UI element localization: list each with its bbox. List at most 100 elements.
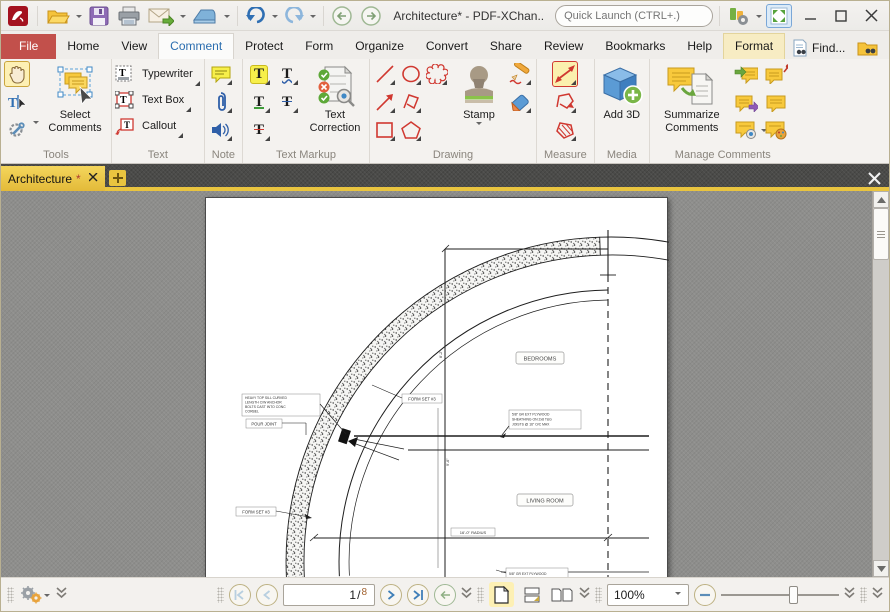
select-comments-button[interactable]: Select Comments — [42, 61, 108, 134]
tab-help[interactable]: Help — [676, 34, 723, 59]
stamp-button[interactable]: Stamp — [453, 61, 505, 128]
search-folder-button[interactable] — [851, 37, 885, 59]
tab-close-icon[interactable] — [88, 172, 98, 185]
export-comments-button[interactable] — [733, 89, 759, 115]
expand-toolbar-chevron[interactable] — [56, 587, 67, 602]
right-chevron[interactable] — [872, 587, 883, 602]
tab-comment[interactable]: Comment — [158, 33, 235, 59]
tab-organize[interactable]: Organize — [344, 34, 415, 59]
sticky-note-button[interactable] — [208, 61, 234, 87]
status-options-dropdown[interactable] — [44, 593, 50, 600]
callout-button[interactable]: T Callout — [115, 113, 184, 139]
tab-share[interactable]: Share — [479, 34, 533, 59]
sound-button[interactable] — [208, 117, 234, 143]
comment-styles-button[interactable] — [763, 117, 789, 143]
typewriter-button[interactable]: T Typewriter — [115, 61, 201, 87]
zoom-slider-thumb[interactable] — [789, 585, 799, 604]
pdf-page[interactable]: BEDROOMS LIVING ROOM FORM SET #3 FORM SE… — [205, 197, 670, 577]
tab-review[interactable]: Review — [533, 34, 594, 59]
open-file-button[interactable] — [44, 4, 72, 28]
tab-view[interactable]: View — [110, 34, 158, 59]
first-page-button[interactable] — [229, 583, 251, 606]
continuous-view-button[interactable] — [519, 582, 544, 607]
undo-button[interactable] — [244, 4, 268, 28]
minimize-button[interactable] — [798, 4, 825, 28]
strikeout-text-button[interactable]: T — [246, 117, 272, 143]
open-file-dropdown[interactable] — [75, 14, 82, 21]
previous-page-button[interactable] — [256, 583, 278, 606]
toolbar-drag-handle[interactable] — [7, 586, 14, 603]
import-comments-button[interactable] — [733, 61, 759, 87]
ui-options-button[interactable] — [726, 4, 752, 28]
comment-notes-button[interactable] — [763, 89, 789, 115]
squiggly-underline-button[interactable]: T — [274, 61, 300, 87]
hand-tool-button[interactable] — [4, 61, 30, 87]
zoom-chevron[interactable] — [844, 587, 855, 602]
distance-tool-button[interactable] — [552, 61, 579, 87]
perimeter-tool-button[interactable] — [552, 89, 578, 115]
tab-bookmarks[interactable]: Bookmarks — [594, 34, 676, 59]
eraser-tool-button[interactable] — [507, 89, 533, 115]
print-button[interactable] — [115, 4, 143, 28]
zoom-drag-handle[interactable] — [595, 586, 602, 603]
summarize-comments-button[interactable]: Summarize Comments — [653, 61, 731, 134]
email-dropdown[interactable] — [179, 14, 186, 21]
find-button[interactable]: Find... — [785, 37, 851, 59]
tool-settings-button[interactable] — [4, 117, 30, 143]
quick-launch-box[interactable] — [555, 4, 714, 27]
status-options-button[interactable] — [19, 585, 51, 605]
text-correction-button[interactable]: Text Correction — [304, 61, 366, 134]
layout-drag-handle[interactable] — [477, 586, 484, 603]
layout-chevron[interactable] — [579, 587, 590, 602]
view-history-back-button[interactable] — [434, 583, 456, 606]
document-tab-architecture[interactable]: Architecture * — [1, 166, 105, 191]
tab-protect[interactable]: Protect — [234, 34, 294, 59]
page-number-box[interactable]: 1/8 — [283, 583, 375, 606]
history-forward-button[interactable] — [358, 4, 384, 28]
tool-settings-dropdown[interactable] — [33, 121, 39, 127]
rectangle-tool-button[interactable] — [373, 117, 397, 143]
single-page-view-button[interactable] — [489, 582, 514, 607]
scroll-down-button[interactable] — [873, 560, 889, 577]
polygon-tool-button[interactable] — [399, 117, 423, 143]
email-button[interactable] — [146, 4, 176, 28]
history-back-button[interactable] — [329, 4, 355, 28]
collapse-ribbon-chevron[interactable] — [885, 45, 890, 59]
area-tool-button[interactable] — [552, 117, 578, 143]
redo-dropdown[interactable] — [309, 14, 316, 21]
underline-text-button[interactable]: T — [246, 89, 272, 115]
right-drag-handle[interactable] — [860, 586, 867, 603]
strikeout-squiggly-button[interactable]: T — [274, 89, 300, 115]
highlight-text-button[interactable]: T — [246, 61, 272, 87]
fullscreen-button[interactable] — [765, 3, 792, 28]
tab-convert[interactable]: Convert — [415, 34, 479, 59]
pin-comment-button[interactable] — [763, 61, 789, 87]
line-tool-button[interactable] — [373, 61, 397, 87]
scrollbar-thumb[interactable] — [873, 208, 889, 260]
tab-home[interactable]: Home — [56, 34, 110, 59]
zoom-level-select[interactable]: 100% — [607, 583, 689, 606]
last-page-button[interactable] — [407, 583, 429, 606]
scan-button[interactable] — [190, 4, 220, 28]
history-chevron[interactable] — [461, 587, 472, 602]
maximize-button[interactable] — [828, 4, 855, 28]
ui-options-dropdown[interactable] — [755, 14, 762, 21]
two-page-view-button[interactable] — [549, 582, 574, 607]
document-canvas[interactable]: BEDROOMS LIVING ROOM FORM SET #3 FORM SE… — [1, 191, 889, 577]
new-tab-button[interactable] — [109, 170, 126, 186]
tab-form[interactable]: Form — [294, 34, 344, 59]
ellipse-tool-button[interactable] — [399, 61, 423, 87]
select-text-tool-button[interactable]: T — [4, 89, 30, 115]
attachment-button[interactable] — [208, 89, 234, 115]
cloud-tool-button[interactable] — [425, 61, 449, 87]
stamp-dropdown[interactable] — [476, 121, 482, 128]
zoom-level-dropdown[interactable] — [675, 591, 681, 598]
pagenav-drag-handle[interactable] — [217, 586, 224, 603]
text-box-button[interactable]: T Text Box — [115, 87, 192, 113]
arrow-tool-button[interactable] — [373, 89, 397, 115]
next-page-button[interactable] — [380, 583, 402, 606]
polygon-line-tool-button[interactable] — [399, 89, 423, 115]
scan-dropdown[interactable] — [223, 14, 230, 21]
zoom-out-button[interactable] — [694, 583, 716, 606]
scroll-up-button[interactable] — [873, 191, 889, 208]
